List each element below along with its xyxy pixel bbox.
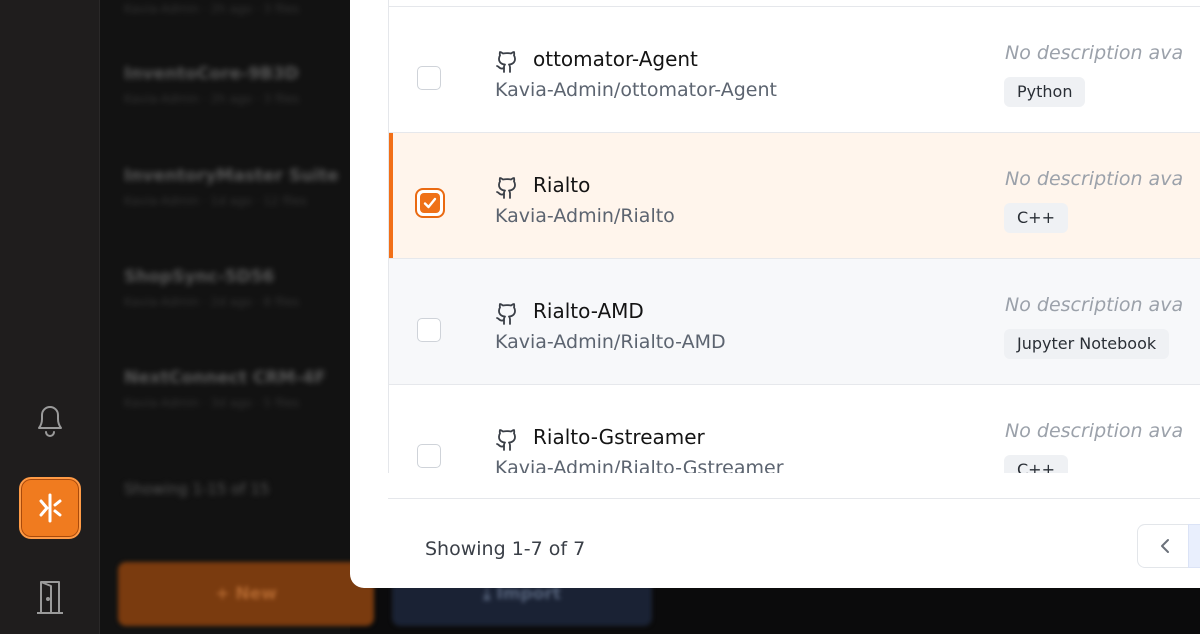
pagination-summary: Showing 1-7 of 7 (425, 538, 586, 560)
background-item-title: ShopSync-5D56 (124, 267, 275, 287)
background-item: InventoryMaster Suite Kavia-Admin · 1d a… (124, 166, 339, 208)
repository-description: No description ava (1005, 168, 1184, 190)
notifications-button[interactable] (0, 398, 100, 442)
bell-icon (38, 406, 62, 437)
github-icon (496, 177, 516, 199)
home-logo-button[interactable] (0, 477, 100, 539)
kavia-logo-icon (39, 493, 62, 523)
repository-path: Kavia-Admin/ottomator-Agent (495, 79, 777, 101)
repository-name: ottomator-Agent (533, 47, 698, 71)
github-icon (496, 51, 516, 73)
repository-path: Kavia-Admin/Rialto-Gstreamer (495, 457, 784, 473)
previous-page-button[interactable] (1137, 524, 1193, 568)
repository-path: Kavia-Admin/Rialto-AMD (495, 331, 726, 353)
background-item-subtitle: Kavia-Admin · 1d ago · 12 files (124, 194, 307, 208)
background-item: ShopSync-5D56 Kavia-Admin · 2d ago · 8 f… (124, 267, 299, 309)
repository-description: No description ava (1005, 294, 1184, 316)
background-item-subtitle: Kavia-Admin · 2d ago · 8 files (124, 295, 300, 309)
language-badge: C++ (1004, 203, 1068, 233)
background-item-title: InventoCore-9B3D (124, 64, 299, 84)
background-showing-count: Showing 1-15 of 15 (124, 480, 270, 498)
github-icon (496, 303, 516, 325)
repository-path: Kavia-Admin/Rialto (495, 205, 675, 227)
repository-name: Rialto-AMD (533, 299, 644, 323)
background-item: NextConnect CRM-4F Kavia-Admin · 3d ago … (124, 368, 326, 410)
background-item-title: NextConnect CRM-4F (124, 368, 326, 388)
background-item: InventoCore-9B3D Kavia-Admin · 2h ago · … (124, 64, 299, 106)
repository-description: No description ava (1005, 42, 1184, 64)
checkmark-icon (423, 197, 437, 209)
logout-door-icon (37, 581, 63, 614)
repository-list[interactable]: ottomator-Agent Kavia-Admin/ottomator-Ag… (388, 0, 1200, 473)
github-icon (496, 429, 516, 451)
kavia-logo (19, 477, 81, 539)
repository-row[interactable]: ottomator-Agent Kavia-Admin/ottomator-Ag… (389, 7, 1200, 133)
language-badge: C++ (1004, 455, 1068, 473)
background-item: Kavia-Admin · 2h ago · 3 files (124, 0, 299, 16)
left-rail (0, 0, 100, 634)
repository-checkbox[interactable] (417, 318, 441, 342)
import-repositories-modal: ottomator-Agent Kavia-Admin/ottomator-Ag… (350, 0, 1200, 588)
repository-row-selected[interactable]: Rialto Kavia-Admin/Rialto No description… (389, 133, 1200, 259)
logout-button[interactable] (0, 575, 100, 619)
background-project-list: Kavia-Admin · 2h ago · 3 files InventoCo… (100, 0, 350, 634)
language-badge: Jupyter Notebook (1004, 329, 1170, 359)
background-item-subtitle: Kavia-Admin · 2h ago · 3 files (124, 2, 300, 16)
repository-row[interactable]: Rialto-AMD Kavia-Admin/Rialto-AMD No des… (389, 259, 1200, 385)
background-item-title: InventoryMaster Suite (124, 166, 339, 186)
checkbox-fill (420, 193, 440, 213)
background-new-button: + New (118, 562, 374, 626)
repository-checkbox[interactable] (417, 444, 441, 468)
repository-checkbox[interactable] (417, 66, 441, 90)
language-badge: Python (1004, 77, 1086, 107)
repository-description: No description ava (1005, 420, 1184, 442)
repository-checkbox-checked[interactable] (415, 188, 445, 218)
chevron-left-icon (1161, 539, 1169, 553)
repository-row[interactable]: Rialto-Gstreamer Kavia-Admin/Rialto-Gstr… (389, 385, 1200, 473)
repository-name: Rialto (533, 173, 591, 197)
background-item-subtitle: Kavia-Admin · 2h ago · 3 files (124, 92, 300, 106)
background-item-subtitle: Kavia-Admin · 3d ago · 5 files (124, 396, 300, 410)
current-page-button[interactable] (1188, 524, 1200, 568)
footer-divider (388, 498, 1200, 499)
repository-name: Rialto-Gstreamer (533, 425, 705, 449)
